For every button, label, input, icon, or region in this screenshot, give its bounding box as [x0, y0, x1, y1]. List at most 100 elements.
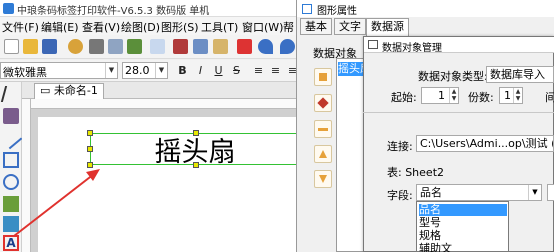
paste-icon[interactable] [213, 39, 228, 54]
field-option[interactable]: 型号 [419, 217, 507, 229]
start-value: 1 [438, 89, 445, 102]
new-file-icon[interactable] [4, 39, 19, 54]
tab-document[interactable]: ▭ 未命名-1 [34, 83, 104, 99]
connection-label: 连接: [387, 140, 413, 153]
copies-label: 份数: [468, 91, 494, 104]
resize-handle[interactable] [87, 130, 93, 136]
underline-button[interactable]: U [210, 62, 227, 79]
database-icon[interactable] [150, 39, 165, 54]
connection-value: C:\Users\Admi...op\测试 (2).xls [420, 137, 553, 150]
undo-icon[interactable] [258, 39, 273, 54]
font-family-value: 微软雅黑 [3, 66, 47, 79]
redo-icon[interactable] [280, 39, 295, 54]
menu-edit[interactable]: 编辑(E) [41, 19, 79, 35]
document-tabs: ▭ 未命名-1 [22, 82, 300, 99]
line-tool-icon[interactable] [0, 126, 23, 150]
italic-button[interactable]: I [192, 62, 209, 79]
copy-icon[interactable] [193, 39, 208, 54]
ellipse-tool-icon[interactable] [3, 174, 19, 190]
rectangle-tool-icon[interactable] [3, 152, 19, 168]
menu-view[interactable]: 查看(V) [82, 19, 120, 35]
dialog-title: 数据对象管理 [382, 43, 442, 54]
menu-window[interactable]: 窗口(W) [242, 19, 283, 35]
move-up-icon[interactable] [314, 145, 332, 163]
start-stepper[interactable]: 1 ▲ ▼ [421, 87, 459, 104]
export-icon[interactable] [127, 39, 142, 54]
chevron-down-icon: ▼ [155, 63, 167, 78]
vertical-ruler [22, 99, 31, 252]
type-label: 数据对象类型: [418, 70, 488, 83]
start-label: 起始: [391, 91, 417, 104]
horizontal-ruler [30, 99, 300, 109]
align-left-button[interactable]: ≡ [250, 62, 267, 79]
field-select[interactable]: 品名 ▼ [416, 184, 542, 201]
delete-icon[interactable] [237, 39, 252, 54]
print-icon[interactable] [89, 39, 104, 54]
font-family-select[interactable]: 微软雅黑 ▼ [0, 62, 118, 79]
field-option[interactable]: 辅助文 [419, 243, 507, 252]
tab-text[interactable]: 文字 [334, 18, 366, 35]
pointer-icon[interactable] [0, 86, 22, 102]
app-title-bar: 中琅条码标签打印软件-V6.5.3 数码版 单机 [0, 0, 300, 17]
window-icon [368, 40, 378, 49]
add-icon[interactable] [314, 68, 332, 86]
menu-help[interactable]: 帮 [283, 19, 294, 35]
select-tool-icon[interactable] [3, 108, 19, 124]
menu-draw[interactable]: 绘图(D) [121, 19, 160, 35]
open-folder-icon[interactable] [23, 39, 38, 54]
copies-stepper[interactable]: 1 ▲ ▼ [499, 87, 523, 104]
field-option[interactable]: 品名 [419, 204, 507, 216]
type-select[interactable]: 数据库导入 [486, 66, 554, 83]
drawing-tools-panel: A [0, 82, 23, 252]
edit-icon[interactable] [314, 94, 332, 112]
table-label: 表: Sheet2 [387, 166, 445, 179]
remove-icon[interactable] [314, 120, 332, 138]
align-center-button[interactable]: ≡ [267, 62, 284, 79]
app-title: 中琅条码标签打印软件-V6.5.3 数码版 单机 [17, 6, 210, 17]
font-size-value: 28.0 [125, 64, 150, 77]
text-tool-icon[interactable]: A [3, 235, 19, 251]
font-size-select[interactable]: 28.0 ▼ [122, 62, 168, 79]
picture-tool-icon[interactable] [3, 216, 19, 232]
document-tab-label: 未命名-1 [53, 84, 98, 97]
document-icon: ▭ [40, 84, 54, 97]
menu-bar: 文件(F) 编辑(E) 查看(V) 绘图(D) 图形(S) 工具(T) 窗口(W… [0, 17, 300, 35]
image-tool-icon[interactable] [3, 196, 19, 212]
spin-arrows-icon[interactable]: ▲ ▼ [513, 88, 522, 103]
resize-handle[interactable] [193, 130, 199, 136]
connection-field[interactable]: C:\Users\Admi...op\测试 (2).xls [416, 135, 554, 152]
bold-button[interactable]: B [174, 62, 191, 79]
main-toolbar [0, 35, 300, 59]
interval-label: 间 [545, 91, 554, 104]
menu-shape[interactable]: 图形(S) [161, 19, 199, 35]
save-icon[interactable] [42, 39, 57, 54]
resize-handle[interactable] [87, 146, 93, 152]
spin-arrows-icon[interactable]: ▲ ▼ [449, 88, 458, 103]
field-dropdown-list[interactable]: 品名 型号 规格 辅助文 [416, 201, 509, 252]
properties-title-bar: 图形属性 [297, 0, 554, 17]
settings-icon[interactable] [68, 39, 83, 54]
field-label: 字段: [387, 189, 413, 202]
type-value: 数据库导入 [490, 68, 545, 81]
tab-datasource[interactable]: 数据源 [366, 18, 409, 36]
print-preview-icon[interactable] [108, 39, 123, 54]
field-value: 品名 [420, 186, 442, 199]
font-toolbar: 微软雅黑 ▼ 28.0 ▼ B I U S ≡ ≡ ≡ [0, 60, 300, 82]
insert-field-button[interactable] [547, 184, 554, 201]
separator [363, 112, 554, 113]
tab-basic[interactable]: 基本 [300, 18, 332, 35]
move-down-icon[interactable] [314, 170, 332, 188]
dialog-title-bar: 数据对象管理 [364, 37, 554, 54]
resize-handle[interactable] [193, 162, 199, 168]
menu-file[interactable]: 文件(F) [2, 19, 39, 35]
menu-tools[interactable]: 工具(T) [201, 19, 238, 35]
cut-icon[interactable] [173, 39, 188, 54]
resize-handle[interactable] [87, 162, 93, 168]
chevron-down-icon: ▼ [105, 63, 117, 78]
strikethrough-button[interactable]: S [228, 62, 245, 79]
window-icon [302, 4, 312, 14]
field-option[interactable]: 规格 [419, 230, 507, 242]
copies-value: 1 [504, 89, 511, 102]
chevron-down-icon: ▼ [528, 185, 541, 200]
properties-title: 图形属性 [317, 6, 357, 17]
